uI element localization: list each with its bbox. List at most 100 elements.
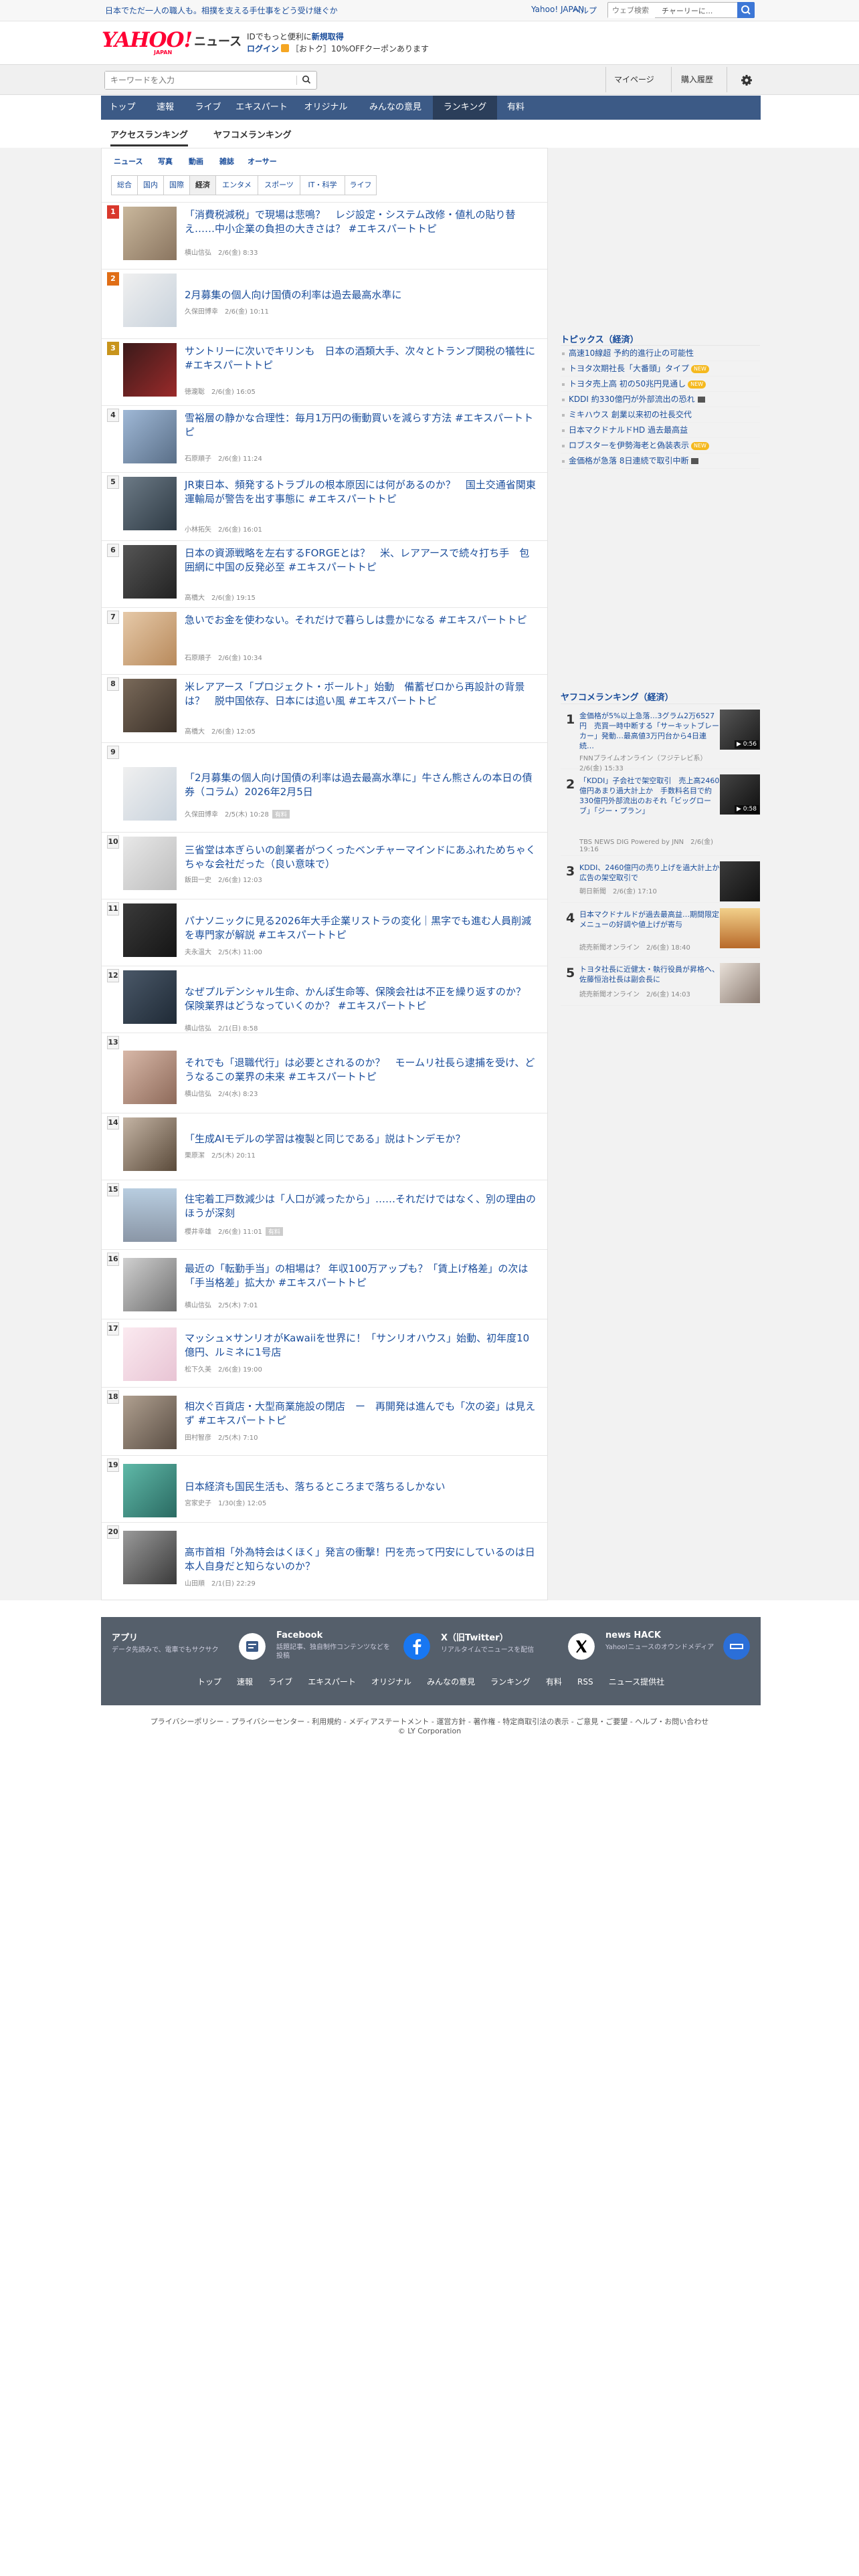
article-title[interactable]: 最近の「転勤手当」の相場は？ 年収100万アップも？「賃上げ格差」の次は「手当格… — [185, 1262, 538, 1290]
footer-link[interactable]: エキスパート — [308, 1676, 356, 1687]
footer-newshack[interactable]: news HACK Yahoo!ニュースのオウンドメディア — [605, 1630, 757, 1662]
article-title[interactable]: 2月募集の個人向け国債の利率は過去最高水準に — [185, 288, 538, 302]
cat-tab-domestic[interactable]: 国内 — [137, 175, 164, 195]
ranking-row[interactable]: 19 日本経済も国民生活も、落ちるところまで落ちるしかない 宮家史子 1/30(金)… — [102, 1455, 547, 1522]
article-title[interactable]: なぜプルデンシャル生命、かんぽ生命等、保険会社は不正を繰り返すのか？ 保険業界は… — [185, 985, 538, 1013]
article-title[interactable]: 相次ぐ百貨店・大型商業施設の閉店 ー 再開発は進んでも「次の姿」は見えず #エキ… — [185, 1400, 538, 1428]
cat-tab-world[interactable]: 国際 — [163, 175, 190, 195]
comment-article-title[interactable]: 日本マクドナルドが過去最高益…期間限定メニューの好調や値上げが寄与 — [579, 909, 720, 930]
topic-item[interactable]: 高速10線超 予約的進行止の可能性 — [561, 346, 760, 361]
article-title[interactable]: パナソニックに見る2026年大手企業リストラの変化｜黒字でも進む人員削減を専門家… — [185, 914, 538, 942]
ranking-row[interactable]: 7 急いでお金を使わない。それだけで暮らしは豊かになる #エキスパートトピ 石原順子… — [102, 607, 547, 674]
cat-tab-entertainment[interactable]: エンタメ — [215, 175, 258, 195]
web-search-input[interactable] — [608, 3, 655, 18]
footer-link[interactable]: トップ — [197, 1676, 221, 1687]
footer-link[interactable]: RSS — [577, 1677, 593, 1687]
comment-ranking-item[interactable]: 4 日本マクドナルドが過去最高益…期間限定メニューの好調や値上げが寄与 読売新聞オン… — [561, 903, 760, 958]
ranking-row[interactable]: 8 米レアアース「プロジェクト・ボールト」始動 備蓄ゼロから再設計の背景は？ 脱中… — [102, 674, 547, 742]
ranking-row[interactable]: 15 住宅着工戸数減少は「人口が減ったから」……それだけではなく、別の理由のほうが… — [102, 1180, 547, 1249]
article-title[interactable]: 高市首相「外為特会はくほく」発言の衝撃！円を売って円安にしているのは日本人自身だ… — [185, 1545, 538, 1574]
topic-item[interactable]: 日本マクドナルドHD 過去最高益 — [561, 423, 760, 438]
topic-item[interactable]: KDDI 約330億円が外部流出の恐れ — [561, 392, 760, 407]
comment-ranking-item[interactable]: 2 「KDDI」子会社で架空取引 売上高2460億円あまり過大計上か 手数料名目で… — [561, 769, 760, 856]
topic-item[interactable]: トヨタ次期社長「大番頭」タイプ NEW — [561, 361, 760, 377]
media-tab-video[interactable]: 動画 — [189, 156, 203, 167]
comment-article-title[interactable]: 金価格が5%以上急落…3グラム2万6527円 売買一時中断する「サーキットブレー… — [579, 711, 720, 751]
article-title[interactable]: JR東日本、頻発するトラブルの根本原因には何があるのか？ 国土交通省関東運輸局が… — [185, 478, 538, 506]
ranking-row[interactable]: 10 三省堂は本ぎらいの創業者がつくったベンチャーマインドにあふれためちゃくちゃな… — [102, 832, 547, 899]
cat-tab-it-science[interactable]: IT・科学 — [300, 175, 345, 195]
nav-paid[interactable]: 有料 — [497, 96, 535, 120]
keyword-search-input[interactable] — [105, 72, 292, 89]
footer-facebook[interactable]: Facebook 話題記事、独自制作コンテンツなどを投稿 — [276, 1630, 437, 1662]
ranking-row[interactable]: 11 パナソニックに見る2026年大手企業リストラの変化｜黒字でも進む人員削減を専… — [102, 899, 547, 966]
nav-live[interactable]: ライブ — [187, 96, 229, 120]
nav-breaking[interactable]: 速報 — [144, 96, 187, 120]
footer-link[interactable]: 速報 — [237, 1676, 253, 1687]
article-title[interactable]: 「消費税減税」で現場は悲鳴？ レジ設定・システム改修・値札の貼り替え……中小企業… — [185, 208, 538, 236]
ranking-row[interactable]: 3 サントリーに次いでキリンも 日本の酒類大手、次々とトランプ関税の犠牲に #エキ… — [102, 338, 547, 405]
footer-link[interactable]: 有料 — [546, 1676, 562, 1687]
comment-article-title[interactable]: 「KDDI」子会社で架空取引 売上高2460億円あまり過大計上か 手数料名目で約… — [579, 776, 720, 816]
comment-ranking-item[interactable]: 5 トヨタ社長に近健太・執行役員が昇格へ、佐藤恒治社長は副会長に 読売新聞オンライン… — [561, 958, 760, 1006]
article-title[interactable]: 「2月募集の個人向け国債の利率は過去最高水準に」牛さん熊さんの本日の債券（コラム… — [185, 771, 538, 799]
media-tab-magazine[interactable]: 雑誌 — [219, 156, 234, 167]
comment-article-title[interactable]: トヨタ社長に近健太・執行役員が昇格へ、佐藤恒治社長は副会長に — [579, 964, 720, 984]
ranking-row[interactable]: 18 相次ぐ百貨店・大型商業施設の閉店 ー 再開発は進んでも「次の姿」は見えず #… — [102, 1387, 547, 1455]
cat-tab-life[interactable]: ライフ — [345, 175, 377, 195]
ranking-row[interactable]: 2 2月募集の個人向け国債の利率は過去最高水準に 久保田博幸 2/6(金) 10:1… — [102, 269, 547, 338]
ranking-row[interactable]: 5 JR東日本、頻発するトラブルの根本原因には何があるのか？ 国土交通省関東運輸局… — [102, 472, 547, 540]
article-title[interactable]: 米レアアース「プロジェクト・ボールト」始動 備蓄ゼロから再設計の背景は？ 脱中国… — [185, 680, 538, 708]
footer-link[interactable]: オリジナル — [371, 1676, 411, 1687]
media-tab-news[interactable]: ニュース — [114, 156, 142, 167]
comment-article-title[interactable]: KDDI、2460億円の売り上げを過大計上か 広告の架空取引で — [579, 863, 727, 883]
topic-item[interactable]: 金価格が急落 8日連続で取引中断 — [561, 453, 760, 469]
article-title[interactable]: 急いでお金を使わない。それだけで暮らしは豊かになる #エキスパートトピ — [185, 613, 538, 627]
ranking-row[interactable]: 17 マッシュ×サンリオがKawaiiを世界に！「サンリオハウス」始動、初年度10… — [102, 1319, 547, 1387]
yahoo-news-logo[interactable]: YAHOO! JAPAN ニュース — [102, 28, 242, 58]
footer-link[interactable]: ランキング — [490, 1676, 531, 1687]
article-title[interactable]: サントリーに次いでキリンも 日本の酒類大手、次々とトランプ関税の犠牲に #エキス… — [185, 344, 538, 372]
ranking-row[interactable]: 4 雪裕層の静かな合理性：毎月1万円の衝動買いを減らす方法 #エキスパートトピ 石原… — [102, 405, 547, 472]
comment-ranking-item[interactable]: 3 KDDI、2460億円の売り上げを過大計上か 広告の架空取引で 朝日新聞 2/6… — [561, 856, 760, 903]
article-title[interactable]: 三省堂は本ぎらいの創業者がつくったベンチャーマインドにあふれためちゃくちゃな会社… — [185, 843, 538, 871]
ranking-row[interactable]: 13 それでも「退職代行」は必要とされるのか？ モームリ社長ら逮捕を受け、どうなる… — [102, 1033, 547, 1113]
footer-link[interactable]: ライブ — [268, 1676, 292, 1687]
article-title[interactable]: 住宅着工戸数減少は「人口が減ったから」……それだけではなく、別の理由のほうが深刻 — [185, 1192, 538, 1220]
login-link[interactable]: ログイン — [247, 44, 279, 53]
topic-item[interactable]: ロブスターを伊勢海老と偽装表示 NEW — [561, 438, 760, 453]
media-tab-photo[interactable]: 写真 — [158, 156, 173, 167]
nav-expert[interactable]: エキスパート — [229, 96, 294, 120]
cat-tab-all[interactable]: 総合 — [111, 175, 138, 195]
promo-link[interactable]: 日本でただ一人の職人も。相撲を支える手仕事をどう受け継ぐか — [105, 5, 338, 16]
article-title[interactable]: それでも「退職代行」は必要とされるのか？ モームリ社長ら逮捕を受け、どうなるこの… — [185, 1056, 538, 1084]
article-title[interactable]: 日本の資源戦略を左右するFORGEとは？ 米、レアアースで続々打ち手 包囲網に中… — [185, 546, 538, 574]
settings-button[interactable] — [737, 71, 756, 90]
ranking-row[interactable]: 12 なぜプルデンシャル生命、かんぽ生命等、保険会社は不正を繰り返すのか？ 保険業… — [102, 966, 547, 1033]
article-title[interactable]: 「生成AIモデルの学習は複製と同じである」説はトンデモか？ — [185, 1132, 538, 1146]
coupon-text[interactable]: ［おトク］10%OFFクーポンあります — [291, 44, 429, 53]
tab-access-ranking[interactable]: アクセスランキング — [110, 128, 188, 146]
ranking-row[interactable]: 20 高市首相「外為特会はくほく」発言の衝撃！円を売って円安にしているのは日本人自… — [102, 1522, 547, 1600]
ranking-row[interactable]: 9 「2月募集の個人向け国債の利率は過去最高水準に」牛さん熊さんの本日の債券（コラ… — [102, 742, 547, 832]
nav-ranking[interactable]: ランキング — [433, 96, 497, 120]
register-link[interactable]: 新規取得 — [312, 32, 344, 41]
footer-link[interactable]: ニュース提供社 — [609, 1676, 664, 1687]
footer-link[interactable]: みんなの意見 — [427, 1676, 475, 1687]
cat-tab-sports[interactable]: スポーツ — [258, 175, 300, 195]
ranking-row[interactable]: 14 「生成AIモデルの学習は複製と同じである」説はトンデモか？ 栗原潔 2/5(木… — [102, 1113, 547, 1180]
ranking-row[interactable]: 1 「消費税減税」で現場は悲鳴？ レジ設定・システム改修・値札の貼り替え……中小企… — [102, 202, 547, 269]
article-title[interactable]: 日本経済も国民生活も、落ちるところまで落ちるしかない — [185, 1480, 538, 1494]
nav-opinions[interactable]: みんなの意見 — [358, 96, 433, 120]
web-search-button[interactable] — [737, 2, 755, 18]
topic-item[interactable]: ミキハウス 創業以来初の社長交代 — [561, 407, 760, 423]
article-title[interactable]: マッシュ×サンリオがKawaiiを世界に！「サンリオハウス」始動、初年度10億円… — [185, 1331, 538, 1360]
search-icon[interactable] — [302, 75, 311, 84]
article-title[interactable]: 雪裕層の静かな合理性：毎月1万円の衝動買いを減らす方法 #エキスパートトピ — [185, 411, 538, 439]
tab-comment-ranking[interactable]: ヤフコメランキング — [213, 128, 292, 140]
media-tab-author[interactable]: オーサー — [248, 156, 277, 167]
ranking-row[interactable]: 16 最近の「転勤手当」の相場は？ 年収100万アップも？「賃上げ格差」の次は「手… — [102, 1249, 547, 1319]
mypage-link[interactable]: マイページ — [614, 74, 654, 85]
nav-top[interactable]: トップ — [101, 96, 144, 120]
comment-ranking-item[interactable]: 1 金価格が5%以上急落…3グラム2万6527円 売買一時中断する「サーキットブレ… — [561, 704, 760, 772]
